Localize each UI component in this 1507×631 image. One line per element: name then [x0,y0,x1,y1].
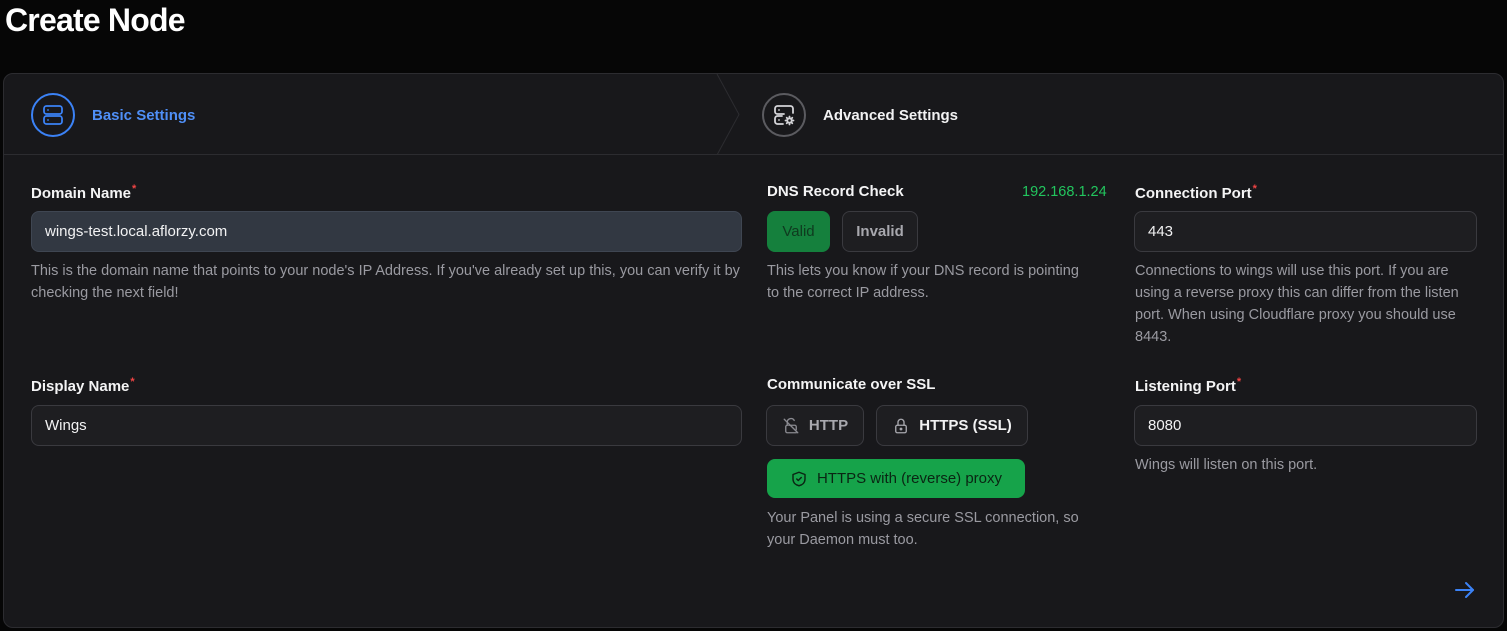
page-title: Create Node [5,2,186,38]
dns-invalid-button[interactable]: Invalid [842,211,918,252]
button-label: HTTP [808,417,849,434]
connection-port-input[interactable] [1134,211,1477,252]
step-label: Advanced Settings [823,106,959,124]
https-proxy-button[interactable]: HTTPS with (reverse) proxy [767,459,1025,498]
label-text: Domain Name [31,185,132,202]
server-cog-icon [762,93,806,137]
step-basic-settings[interactable]: Basic Settings [31,92,195,138]
step-label: Basic Settings [92,106,196,124]
lock-icon [895,418,908,433]
button-label: HTTPS (SSL) [919,417,1012,434]
label-text: Listening Port [1135,378,1236,395]
step-advanced-settings[interactable]: Advanced Settings [762,92,958,138]
ssl-label: Communicate over SSL [767,376,936,393]
domain-name-input[interactable] [31,211,742,252]
button-label: HTTPS with (reverse) proxy [816,470,1003,487]
lock-open-off-icon [783,417,799,433]
dns-check-help: This lets you know if your DNS record is… [767,263,1079,301]
button-label: Valid [782,223,815,240]
next-step-button[interactable] [1451,576,1479,604]
dns-valid-button[interactable]: Valid [767,211,830,252]
dns-check-label: DNS Record Check [767,183,904,200]
dns-ip-value: 192.168.1.24 [1022,184,1107,200]
ssl-help: Your Panel is using a secure SSL connect… [767,510,1079,548]
connection-port-label: Connection Port* [1135,183,1257,202]
http-button[interactable]: HTTP [766,405,864,446]
label-text: Display Name [31,378,130,395]
wizard-steps: Basic Settings Advanced Settings [4,74,1503,155]
server-icon [31,93,75,137]
display-name-label: Display Name* [31,376,135,395]
listening-port-input[interactable] [1134,405,1477,446]
required-mark: * [132,183,137,195]
https-button[interactable]: HTTPS (SSL) [876,405,1028,446]
shield-check-icon [792,471,806,486]
required-mark: * [1236,376,1242,388]
button-label: Invalid [856,223,904,240]
listening-port-help: Wings will listen on this port. [1135,457,1318,473]
listening-port-label: Listening Port* [1135,376,1241,395]
arrow-right-icon [1455,582,1474,598]
step-divider [716,74,740,155]
domain-name-help: This is the domain name that points to y… [31,263,740,301]
required-mark: * [130,376,135,388]
label-text: Connection Port [1135,185,1252,202]
domain-name-label: Domain Name* [31,183,136,202]
display-name-input[interactable] [31,405,742,446]
required-mark: * [1252,183,1257,195]
create-node-card: Basic Settings Advanced Settings Domain … [3,73,1504,628]
connection-port-help: Connections to wings will use this port.… [1135,263,1459,345]
